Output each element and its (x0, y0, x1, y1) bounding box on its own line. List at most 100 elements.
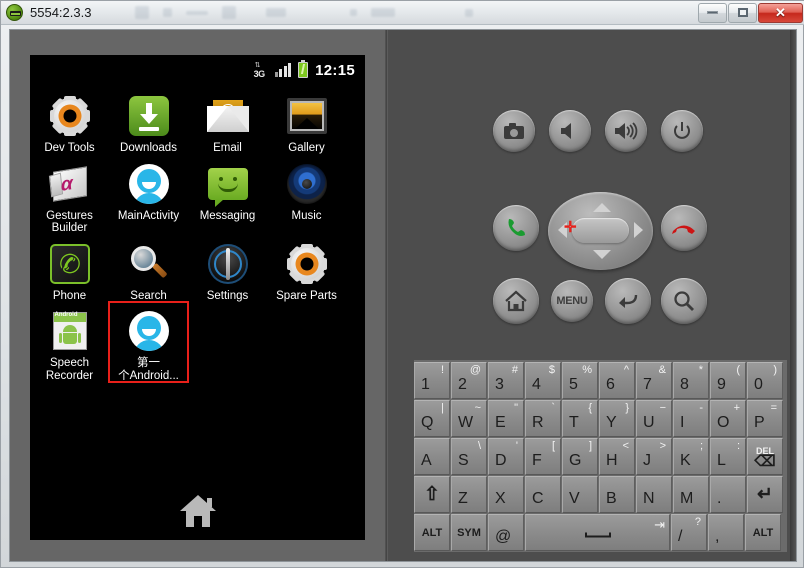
speech-bubble-smiley-icon (205, 161, 251, 207)
key-b[interactable]: B (599, 476, 635, 513)
photo-frame-icon (284, 93, 330, 139)
key-s[interactable]: S \ (451, 438, 487, 475)
minimize-icon (707, 11, 718, 14)
call-button[interactable] (493, 205, 539, 251)
key-y[interactable]: Y} (599, 400, 635, 437)
key-comma[interactable]: , (708, 514, 744, 551)
back-arrow-icon (619, 294, 638, 308)
end-call-button[interactable] (661, 205, 707, 251)
key-space[interactable]: ⇥ (525, 514, 670, 551)
key-d[interactable]: D ' (488, 438, 524, 475)
key-o[interactable]: O + (710, 400, 746, 437)
app-downloads[interactable]: Downloads (109, 87, 188, 155)
key-6[interactable]: 6 ^ (599, 362, 635, 399)
key-h[interactable]: H < (599, 438, 635, 475)
close-button[interactable]: ✕ (758, 2, 803, 23)
key-p[interactable]: P = (747, 400, 783, 437)
keyboard-row-numbers: 1! 2 @ 3 # 4 $ 5% 6 ^ 7 & 8 * 9( 0) (414, 362, 787, 399)
home-dock[interactable] (30, 490, 365, 532)
key-0[interactable]: 0) (747, 362, 783, 399)
key-period[interactable]: . (710, 476, 746, 513)
key-alt-right[interactable]: ALT (745, 514, 781, 551)
key-v[interactable]: V (562, 476, 598, 513)
volume-up-button[interactable] (605, 110, 647, 152)
search-button[interactable] (661, 278, 707, 324)
key-alt-left[interactable]: ALT (414, 514, 450, 551)
key-1[interactable]: 1! (414, 362, 450, 399)
app-search[interactable]: Search (109, 235, 188, 303)
key-a[interactable]: A (414, 438, 450, 475)
dpad-center-button[interactable] (572, 218, 629, 243)
key-j[interactable]: J > (636, 438, 672, 475)
dpad-down-icon[interactable] (593, 250, 611, 259)
key-l[interactable]: L: (710, 438, 746, 475)
app-settings[interactable]: Settings (188, 235, 267, 303)
emulator-window: 5554:2.3.3 ✕ ⇅ 3G 12:15 Dev Tools Downlo… (0, 0, 804, 568)
key-9[interactable]: 9( (710, 362, 746, 399)
device-screen[interactable]: ⇅ 3G 12:15 Dev Tools Downloads Email Gal… (30, 55, 365, 540)
camera-button[interactable] (493, 110, 535, 152)
key-w[interactable]: W ~ (451, 400, 487, 437)
key-sym[interactable]: SYM (451, 514, 487, 551)
key-z[interactable]: Z (451, 476, 487, 513)
control-panel: MENU ✛ 1! 2 @ 3 # 4 $ 5 % 6 ^ 7 & 8 * 9 … (388, 30, 796, 561)
app-grid: Dev Tools Downloads @ (30, 87, 365, 502)
maximize-button[interactable] (728, 2, 757, 23)
key-slash[interactable]: /? (671, 514, 707, 551)
app-mainactivity[interactable]: MainActivity (109, 155, 188, 235)
home-button[interactable] (493, 278, 539, 324)
key-2[interactable]: 2 @ (451, 362, 487, 399)
download-arrow-icon (126, 93, 172, 139)
dpad-right-icon[interactable] (634, 222, 643, 238)
app-speech-recorder[interactable]: Android Speech Recorder (30, 302, 109, 382)
app-spare-parts[interactable]: Spare Parts (267, 235, 346, 303)
key-q[interactable]: Q | (414, 400, 450, 437)
app-label: Speech Recorder (45, 357, 94, 382)
android-robot-icon (126, 161, 172, 207)
gestures-pages-icon: α (47, 161, 93, 207)
app-label: MainActivity (117, 209, 180, 222)
key-u[interactable]: U − (636, 400, 672, 437)
app-gallery[interactable]: Gallery (267, 87, 346, 155)
menu-button[interactable]: MENU (551, 280, 593, 322)
key-8[interactable]: 8 * (673, 362, 709, 399)
app-phone[interactable]: ✆ Phone (30, 235, 109, 303)
key-delete[interactable]: DEL ⌫ (747, 438, 783, 475)
key-f[interactable]: F[ (525, 438, 561, 475)
key-n[interactable]: N (636, 476, 672, 513)
key-e[interactable]: E " (488, 400, 524, 437)
key-enter[interactable]: ↵ (747, 476, 783, 513)
app-messaging[interactable]: Messaging (188, 155, 267, 235)
app-label: 第一 个Android... (118, 357, 179, 382)
key-at[interactable]: @ (488, 514, 524, 551)
key-c[interactable]: C (525, 476, 561, 513)
app-dev-tools[interactable]: Dev Tools (30, 87, 109, 155)
key-t[interactable]: T{ (562, 400, 598, 437)
key-shift[interactable]: ⇧ (414, 476, 450, 513)
key-5[interactable]: 5% (562, 362, 598, 399)
app-email[interactable]: @ Email (188, 87, 267, 155)
volume-down-button[interactable] (549, 110, 591, 152)
key-r[interactable]: R ` (525, 400, 561, 437)
app-gestures-builder[interactable]: α Gestures Builder (30, 155, 109, 235)
key-g[interactable]: G] (562, 438, 598, 475)
key-m[interactable]: M (673, 476, 709, 513)
app-music[interactable]: Music (267, 155, 346, 235)
alpha-glyph: α (60, 172, 73, 196)
app-first-android-selected[interactable]: 第一 个Android... (108, 301, 189, 383)
key-3[interactable]: 3 # (488, 362, 524, 399)
key-x[interactable]: X (488, 476, 524, 513)
battery-icon (298, 60, 309, 78)
key-k[interactable]: K; (673, 438, 709, 475)
app-label: Downloads (120, 142, 177, 154)
power-button[interactable] (661, 110, 703, 152)
emulator-body: ⇅ 3G 12:15 Dev Tools Downloads Email Gal… (9, 29, 797, 562)
key-4[interactable]: 4 $ (525, 362, 561, 399)
app-label: Gallery (288, 142, 325, 154)
app-row: α Gestures Builder MainActivity Messagin… (30, 155, 365, 235)
back-button[interactable] (605, 278, 651, 324)
key-7[interactable]: 7 & (636, 362, 672, 399)
dpad-up-icon[interactable] (593, 203, 611, 212)
minimize-button[interactable] (698, 2, 727, 23)
key-i[interactable]: I- (673, 400, 709, 437)
